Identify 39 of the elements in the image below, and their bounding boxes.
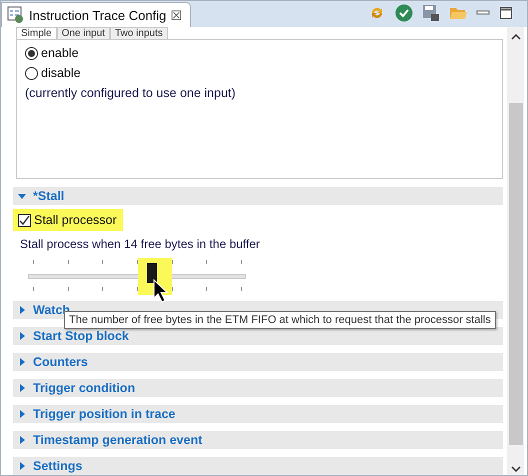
section-header[interactable]: Trigger position in trace xyxy=(13,405,503,423)
scrollbar[interactable] xyxy=(507,27,524,475)
collapsed-icon xyxy=(18,436,26,444)
mouse-cursor-icon xyxy=(153,279,170,303)
section-header[interactable]: Start Stop block xyxy=(13,327,503,345)
input-tab[interactable]: One input xyxy=(56,27,110,39)
slider-thumb[interactable] xyxy=(147,263,158,283)
radio-button[interactable] xyxy=(25,46,38,60)
radio-button[interactable] xyxy=(25,66,38,80)
radio-label: enable xyxy=(41,46,79,60)
input-tab[interactable]: Simple xyxy=(16,27,57,39)
collapsed-icon xyxy=(18,358,26,366)
collapsed-icon xyxy=(18,306,26,314)
maximize-icon[interactable] xyxy=(499,6,513,20)
scroll-up-icon[interactable] xyxy=(510,33,520,41)
tab-title: Instruction Trace Config xyxy=(29,8,166,22)
save-icon[interactable] xyxy=(422,4,440,22)
editor-tab[interactable]: Instruction Trace Config ☒ xyxy=(1,2,192,27)
section-header[interactable]: Trigger condition xyxy=(13,379,503,397)
checkbox-label: Stall processor xyxy=(34,213,117,227)
section-header[interactable]: *Stall xyxy=(13,187,503,205)
section-header[interactable]: Timestamp generation event xyxy=(13,431,503,449)
config-icon xyxy=(7,6,25,24)
close-button[interactable]: ☒ xyxy=(170,8,182,22)
section-header[interactable]: Settings xyxy=(13,457,503,475)
collapsed-icon xyxy=(18,332,26,340)
collapsed-icon xyxy=(18,410,26,418)
config-note: (currently configured to use one input) xyxy=(25,86,237,100)
collapsed-icon xyxy=(18,462,26,470)
checkbox[interactable] xyxy=(18,214,31,226)
expanded-icon xyxy=(18,192,26,200)
check-icon[interactable] xyxy=(395,4,413,22)
scroll-down-icon[interactable] xyxy=(510,465,520,473)
input-tab[interactable]: Two inputs xyxy=(110,27,168,39)
section-header[interactable]: Counters xyxy=(13,353,503,371)
slider-label: Stall process when 14 free bytes in the buffer xyxy=(20,237,261,251)
tooltip: The number of free bytes in the ETM FIFO at which to request that the processor stalls xyxy=(64,311,496,329)
radio-label: disable xyxy=(41,66,81,80)
collapsed-icon xyxy=(18,384,26,392)
